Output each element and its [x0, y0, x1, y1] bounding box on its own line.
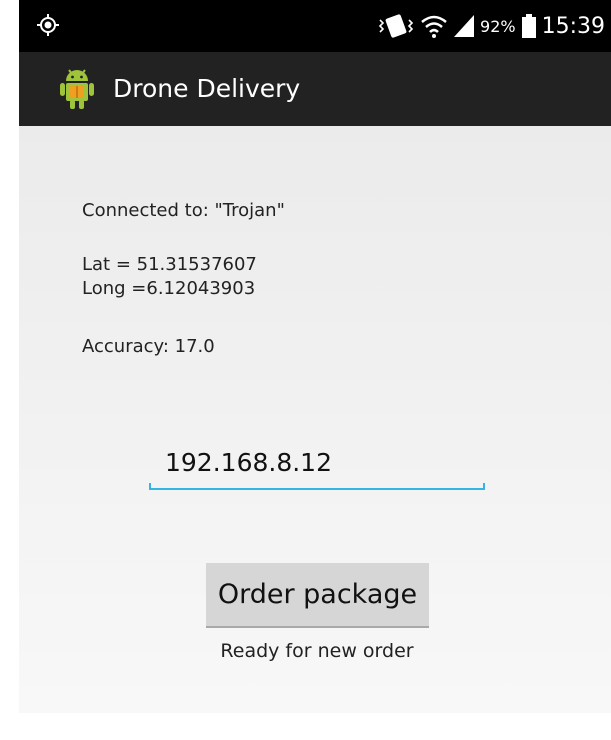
ip-address-value[interactable]: 192.168.8.12 — [165, 448, 332, 477]
android-app-icon[interactable] — [57, 66, 97, 110]
input-underline-tick-right — [483, 483, 485, 490]
action-bar: Drone Delivery — [19, 52, 611, 126]
wifi-icon — [421, 15, 447, 38]
longitude-label: Long =6.12043903 — [82, 278, 256, 299]
status-bar: 92% 15:39 — [19, 0, 611, 52]
vibrate-icon — [378, 14, 414, 38]
app-title: Drone Delivery — [113, 74, 301, 103]
connection-label: Connected to: "Trojan" — [82, 200, 285, 221]
main-content: Connected to: "Trojan" Lat = 51.31537607… — [19, 126, 611, 713]
phone-screen: 92% 15:39 Drone Delivery Connected to: "… — [19, 0, 611, 713]
input-underline — [149, 488, 485, 490]
order-status-text: Ready for new order — [220, 640, 414, 662]
accuracy-label: Accuracy: 17.0 — [82, 336, 215, 357]
input-underline-tick-left — [149, 483, 151, 490]
latitude-label: Lat = 51.31537607 — [82, 254, 257, 275]
gps-icon — [37, 14, 59, 36]
clock-time: 15:39 — [541, 13, 605, 39]
order-package-button[interactable]: Order package — [206, 563, 429, 628]
ip-address-input[interactable]: 192.168.8.12 — [149, 444, 485, 490]
signal-icon — [454, 15, 475, 37]
battery-icon — [521, 14, 536, 38]
battery-percent: 92% — [480, 16, 516, 36]
